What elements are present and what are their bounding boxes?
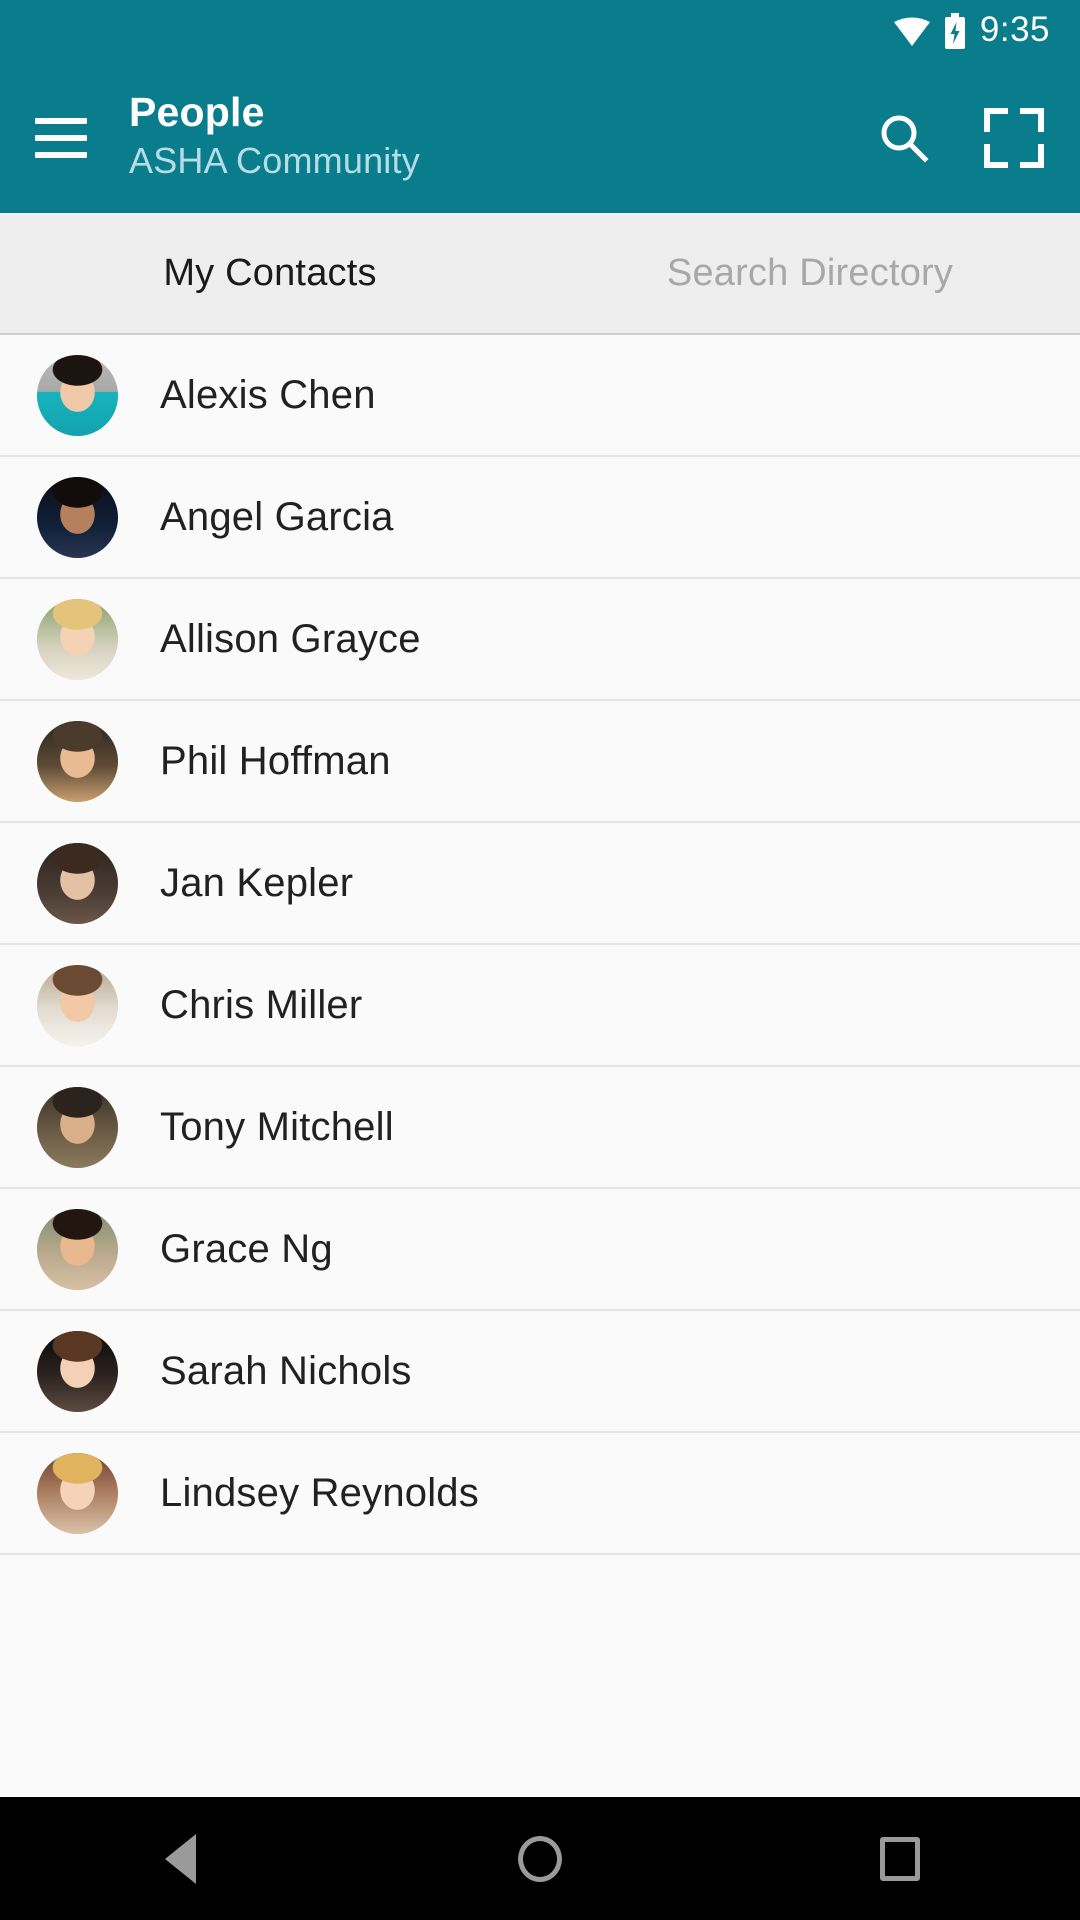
contact-name: Grace Ng xyxy=(160,1227,333,1271)
hamburger-menu-icon[interactable] xyxy=(30,107,92,169)
contact-name: Tony Mitchell xyxy=(160,1105,394,1149)
avatar xyxy=(37,1330,118,1412)
grid-scan-icon xyxy=(984,107,1044,168)
contact-list[interactable]: Alexis Chen Angel Garcia Allison Grayce Phi… xyxy=(0,335,1080,1555)
contact-name: Alexis Chen xyxy=(160,373,376,417)
contact-row[interactable]: Chris Miller xyxy=(0,945,1080,1067)
avatar xyxy=(37,720,118,802)
avatar xyxy=(37,964,118,1046)
contact-name: Allison Grayce xyxy=(160,617,421,661)
avatar xyxy=(37,1208,118,1290)
wifi-icon xyxy=(893,17,930,46)
tab-search-directory[interactable]: Search Directory xyxy=(540,213,1080,333)
contact-row[interactable]: Sarah Nichols xyxy=(0,1311,1080,1433)
app-screen: 9:35 People ASHA Community My Contacts S… xyxy=(0,0,1080,1920)
app-bar: People ASHA Community xyxy=(0,62,1080,213)
back-triangle-icon xyxy=(164,1833,196,1884)
avatar xyxy=(37,476,118,558)
contact-row[interactable]: Angel Garcia xyxy=(0,457,1080,579)
app-bar-titles: People ASHA Community xyxy=(129,88,872,182)
tab-bar: My Contacts Search Directory xyxy=(0,213,1080,335)
contact-row[interactable]: Grace Ng xyxy=(0,1189,1080,1311)
contact-name: Jan Kepler xyxy=(160,861,354,905)
contact-name: Lindsey Reynolds xyxy=(160,1471,479,1515)
contact-name: Chris Miller xyxy=(160,983,363,1027)
contact-row[interactable]: Lindsey Reynolds xyxy=(0,1433,1080,1555)
status-bar: 9:35 xyxy=(0,0,1080,62)
page-subtitle: ASHA Community xyxy=(129,139,420,181)
contact-name: Sarah Nichols xyxy=(160,1349,412,1393)
contact-row[interactable]: Phil Hoffman xyxy=(0,701,1080,823)
android-nav-bar xyxy=(0,1797,1080,1920)
contact-name: Phil Hoffman xyxy=(160,739,391,783)
contact-row[interactable]: Tony Mitchell xyxy=(0,1067,1080,1189)
tab-my-contacts[interactable]: My Contacts xyxy=(0,213,540,333)
page-title: People xyxy=(129,89,265,136)
home-circle-icon xyxy=(518,1835,562,1882)
avatar xyxy=(37,354,118,436)
nav-home-button[interactable] xyxy=(470,1797,610,1920)
search-button[interactable] xyxy=(872,106,936,170)
app-bar-actions xyxy=(872,106,1046,170)
contact-row[interactable]: Allison Grayce xyxy=(0,579,1080,701)
contact-row[interactable]: Jan Kepler xyxy=(0,823,1080,945)
avatar xyxy=(37,1086,118,1168)
recents-square-icon xyxy=(880,1836,920,1881)
status-clock: 9:35 xyxy=(979,10,1050,49)
grid-scan-button[interactable] xyxy=(982,106,1046,170)
contact-name: Angel Garcia xyxy=(160,495,394,539)
avatar xyxy=(37,842,118,924)
contact-row[interactable]: Alexis Chen xyxy=(0,335,1080,457)
battery-charging-icon xyxy=(944,13,965,49)
nav-recents-button[interactable] xyxy=(830,1797,970,1920)
avatar xyxy=(37,1452,118,1534)
search-icon xyxy=(881,115,929,163)
avatar xyxy=(37,598,118,680)
nav-back-button[interactable] xyxy=(110,1797,250,1920)
